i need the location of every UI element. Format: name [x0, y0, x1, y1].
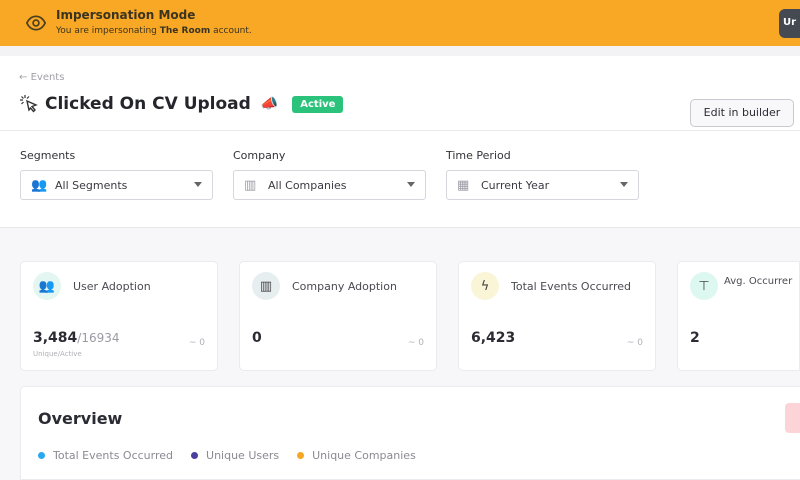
users-icon: 👥 [31, 177, 48, 193]
company-select[interactable]: ▥ All Companies [233, 170, 426, 200]
calendar-icon: ▦ [457, 177, 470, 193]
card-title: Company Adoption [292, 280, 397, 293]
chart-legend: Total Events Occurred Unique Users Uniqu… [38, 449, 434, 462]
card-user-adoption: 👥 User Adoption 3,484/16934 Unique/Activ… [20, 261, 218, 371]
segments-label: Segments [20, 149, 76, 162]
users-icon: 👥 [33, 272, 61, 300]
legend-item[interactable]: Unique Users [191, 449, 279, 462]
card-title: Total Events Occurred [511, 280, 632, 293]
trend: ~ 0 [188, 338, 205, 348]
trend: ~ 0 [626, 338, 643, 348]
page-title: Clicked On CV Upload [45, 94, 251, 114]
chevron-down-icon [194, 182, 202, 187]
chevron-down-icon [620, 182, 628, 187]
building-icon: ▥ [244, 177, 257, 193]
arrow-left-icon: ← [19, 72, 28, 83]
lightning-icon: ϟ [471, 272, 499, 300]
segments-select[interactable]: 👥 All Segments [20, 170, 213, 200]
company-label: Company [233, 149, 286, 162]
overview-panel: Overview Total Events Occurred Unique Us… [20, 386, 800, 480]
building-icon: ▥ [252, 272, 280, 300]
time-period-select[interactable]: ▦ Current Year [446, 170, 639, 200]
card-value: 0 [252, 330, 262, 346]
edit-in-builder-button[interactable]: Edit in builder [690, 99, 794, 127]
chevron-down-icon [407, 182, 415, 187]
filters-bar: Segments 👥 All Segments Company ▥ All Comp… [0, 130, 800, 228]
average-icon: ⊤ [690, 272, 718, 300]
trend: ~ 0 [407, 338, 424, 348]
trend-icon: ~ [626, 338, 635, 348]
legend-item[interactable]: Total Events Occurred [38, 449, 173, 462]
eye-icon [26, 15, 46, 31]
status-badge: Active [292, 95, 344, 113]
card-title: Avg. Occurrer [724, 276, 793, 287]
card-subtitle: Unique/Active [33, 350, 82, 358]
overview-title: Overview [38, 409, 123, 428]
megaphone-icon: 📣 [260, 96, 279, 112]
banner-title: Impersonation Mode [56, 8, 196, 22]
card-company-adoption: ▥ Company Adoption 0 ~ 0 [239, 261, 437, 371]
back-link[interactable]: ← Events [19, 72, 64, 83]
click-cursor-icon [20, 95, 38, 113]
legend-item[interactable]: Unique Companies [297, 449, 416, 462]
card-value: 3,484/16934 [33, 330, 120, 346]
card-value: 6,423 [471, 330, 516, 346]
stop-impersonation-button[interactable]: Ur [779, 9, 800, 38]
overview-action-button[interactable] [785, 403, 800, 433]
impersonation-banner: Impersonation Mode You are impersonating… [0, 0, 800, 46]
card-total-events: ϟ Total Events Occurred 6,423 ~ 0 [458, 261, 656, 371]
time-period-label: Time Period [446, 149, 511, 162]
page-header: ← Events Clicked On CV Upload 📣 Active E… [0, 46, 800, 130]
banner-text: You are impersonating The Room account. [56, 26, 252, 36]
trend-icon: ~ [188, 338, 197, 348]
card-value: 2 [690, 330, 700, 346]
trend-icon: ~ [407, 338, 416, 348]
card-avg-occurrence: ⊤ Avg. Occurrer 2 [677, 261, 800, 371]
card-title: User Adoption [73, 280, 151, 293]
